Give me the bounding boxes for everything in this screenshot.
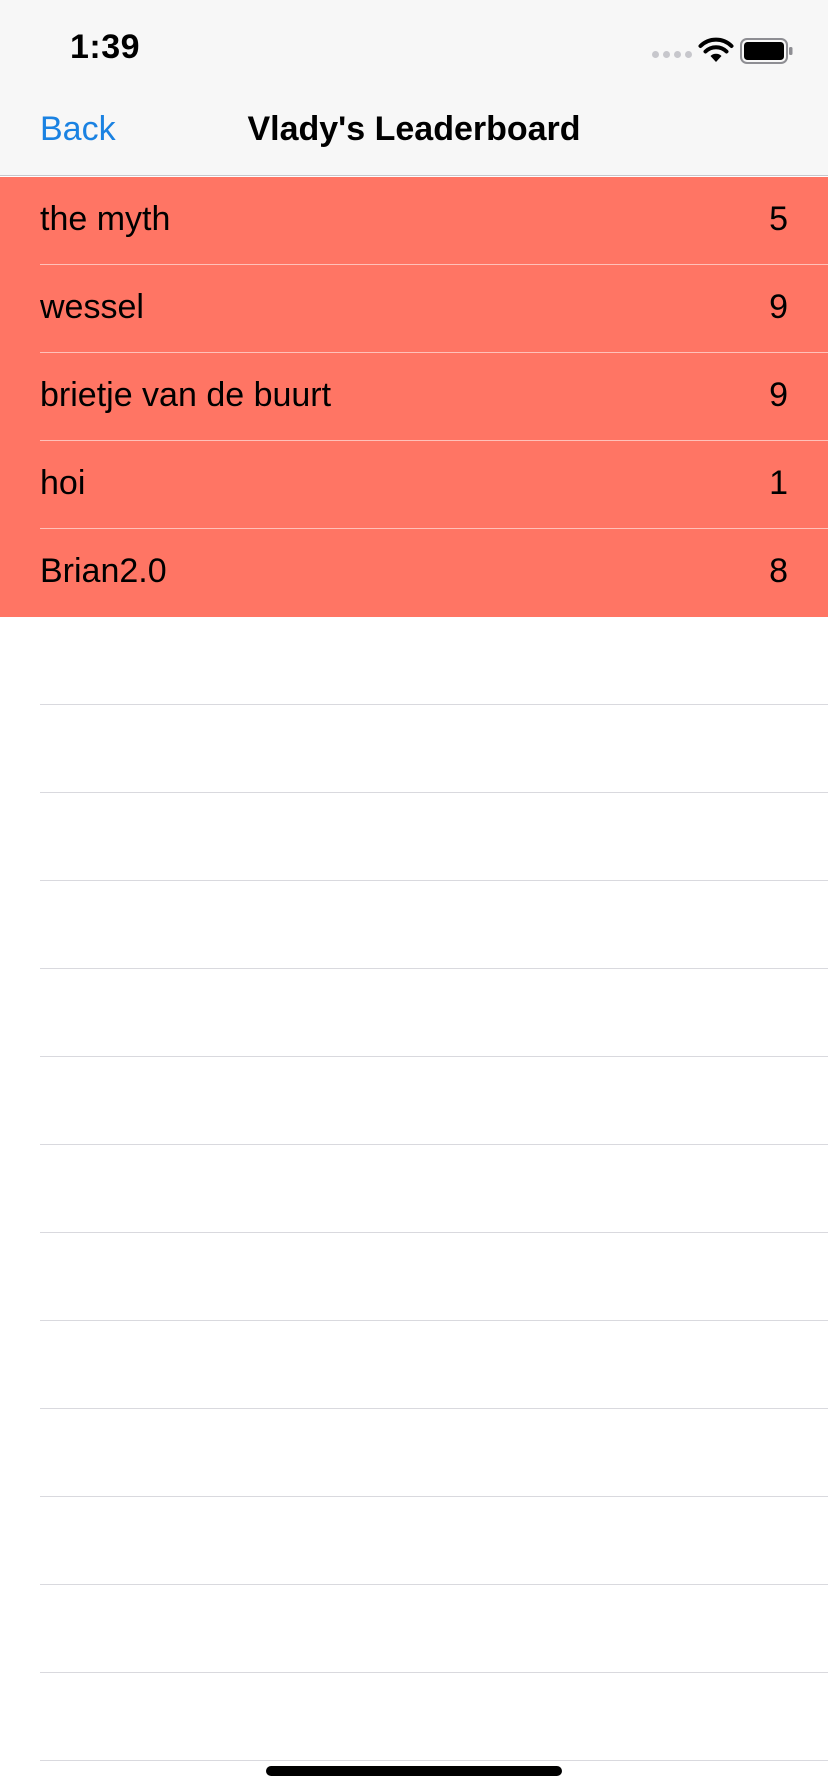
leaderboard-row[interactable]: hoi 1: [0, 441, 828, 529]
leaderboard-row[interactable]: Brian2.0 8: [0, 529, 828, 617]
player-score: 9: [769, 376, 788, 414]
player-score: 1: [769, 464, 788, 502]
home-indicator[interactable]: [266, 1766, 562, 1776]
status-time: 1:39: [70, 28, 141, 66]
empty-row: [0, 969, 828, 1057]
empty-row: [0, 1233, 828, 1321]
player-name: wessel: [40, 288, 144, 326]
empty-row: [0, 705, 828, 793]
empty-row: [0, 881, 828, 969]
player-score: 8: [769, 552, 788, 590]
empty-row: [0, 1673, 828, 1761]
page-title: Vlady's Leaderboard: [247, 110, 581, 148]
player-name: brietje van de buurt: [40, 376, 332, 414]
wifi-icon: [698, 37, 734, 62]
status-bar: 1:39: [0, 0, 828, 88]
player-score: 5: [769, 200, 788, 238]
empty-row: [0, 617, 828, 705]
leaderboard-row[interactable]: wessel 9: [0, 265, 828, 353]
navigation-bar: Back Vlady's Leaderboard: [0, 88, 828, 176]
empty-row: [0, 1497, 828, 1585]
empty-row: [0, 1585, 828, 1673]
leaderboard-row[interactable]: the myth 5: [0, 177, 828, 265]
leaderboard-row[interactable]: brietje van de buurt 9: [0, 353, 828, 441]
empty-row: [0, 1321, 828, 1409]
empty-row: [0, 793, 828, 881]
player-score: 9: [769, 288, 788, 326]
player-name: Brian2.0: [40, 552, 167, 590]
battery-icon: [740, 38, 793, 64]
empty-row: [0, 1145, 828, 1233]
player-name: the myth: [40, 200, 171, 238]
player-name: hoi: [40, 464, 86, 502]
empty-row: [0, 1409, 828, 1497]
signal-dots-icon: [652, 51, 692, 58]
empty-row: [0, 1057, 828, 1145]
leaderboard-table: the myth 5 wessel 9 brietje van de buurt 9 hoi…: [0, 177, 828, 1792]
